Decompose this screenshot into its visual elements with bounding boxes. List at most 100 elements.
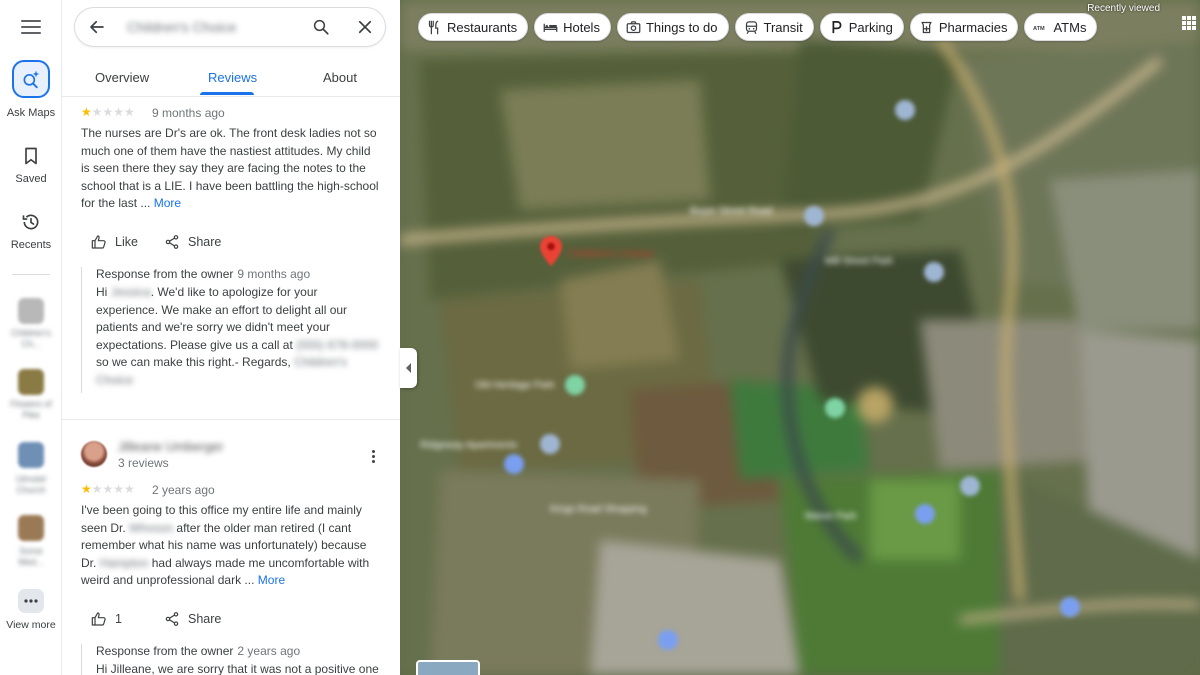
poi-marker[interactable]: [960, 476, 980, 496]
train-icon: [745, 20, 757, 34]
chip-parking[interactable]: Parking: [819, 13, 904, 41]
ask-maps-button[interactable]: [12, 60, 50, 98]
poi-marker[interactable]: [565, 375, 585, 395]
owner-response-label: Response from the owner: [96, 644, 234, 658]
chip-transit[interactable]: Transit: [734, 13, 814, 41]
recent-place-thumbnail[interactable]: [18, 369, 44, 395]
view-more-button[interactable]: [18, 589, 44, 613]
chip-hotels[interactable]: Hotels: [534, 13, 611, 41]
ask-maps-label: Ask Maps: [6, 107, 56, 119]
atm-icon: ATM: [1033, 26, 1045, 32]
more-link[interactable]: More: [258, 573, 285, 587]
share-label: Share: [188, 235, 222, 249]
pin-label[interactable]: Children's Choice: [568, 248, 654, 260]
search-input[interactable]: Children's Choice: [127, 19, 236, 35]
active-tab-indicator: [200, 92, 254, 95]
response-body-end: so we can make this right.- Regards,: [96, 355, 291, 369]
redacted-name: Jessica: [110, 285, 151, 299]
search-icon[interactable]: [312, 18, 330, 36]
pharmacy-icon: [921, 21, 932, 33]
review-text: I've been going to this office my entire…: [81, 502, 381, 590]
poi-marker[interactable]: [658, 630, 678, 650]
poi-marker[interactable]: [924, 262, 944, 282]
recent-place-thumbnail[interactable]: [18, 298, 44, 324]
owner-response-date: 9 months ago: [237, 267, 311, 281]
recent-place-label: Some Med...: [18, 546, 44, 567]
share-button[interactable]: Share: [164, 611, 221, 627]
chip-things-to-do[interactable]: Things to do: [616, 13, 729, 41]
more-link[interactable]: More: [154, 196, 181, 210]
fork-knife-icon: [428, 20, 439, 34]
svg-text:ATM: ATM: [1033, 26, 1045, 32]
back-arrow-icon[interactable]: [88, 18, 106, 36]
thumbs-up-icon: [91, 612, 106, 626]
map-label: Old Heritage Park: [475, 380, 555, 391]
layers-toggle[interactable]: [416, 660, 480, 675]
search-box[interactable]: Children's Choice: [74, 7, 386, 47]
like-button[interactable]: Like: [91, 234, 138, 250]
chip-restaurants[interactable]: Restaurants: [418, 13, 529, 41]
chip-label: Restaurants: [447, 19, 518, 35]
chip-pharmacies[interactable]: Pharmacies: [909, 13, 1019, 41]
chip-label: ATMs: [1053, 19, 1087, 35]
poi-marker[interactable]: [895, 100, 915, 120]
star-rating: ★★★★★: [81, 482, 135, 496]
chip-label: Transit: [763, 19, 803, 35]
chip-atms[interactable]: ATM ATMs: [1024, 13, 1098, 41]
sparkle-search-icon: [23, 70, 40, 89]
poi-marker[interactable]: [915, 504, 935, 524]
reviewer-review-count: 3 reviews: [118, 456, 169, 470]
more-options-icon[interactable]: [372, 448, 376, 465]
poi-marker[interactable]: [804, 206, 824, 226]
left-rail: Ask Maps Saved Recents Children's Ch... …: [0, 0, 62, 675]
chip-label: Hotels: [563, 19, 600, 35]
owner-response-date: 2 years ago: [237, 644, 301, 658]
like-label: Like: [115, 235, 138, 249]
category-chips: Restaurants Hotels Things to do Transit …: [418, 13, 1098, 41]
recently-viewed-label[interactable]: Recently viewed: [1087, 3, 1160, 14]
map-label: Boyer Street Road: [690, 206, 773, 217]
recent-place-thumbnail[interactable]: [18, 515, 44, 541]
like-button[interactable]: 1: [91, 611, 122, 627]
recents-label: Recents: [10, 239, 52, 251]
poi-marker[interactable]: [825, 398, 845, 418]
history-icon[interactable]: [21, 212, 41, 232]
thumbs-up-icon: [91, 235, 106, 249]
poi-marker[interactable]: [1060, 597, 1080, 617]
poi-marker[interactable]: [504, 454, 524, 474]
avatar[interactable]: [81, 441, 107, 467]
map-canvas[interactable]: Restaurants Hotels Things to do Transit …: [400, 0, 1200, 675]
reviewer-name[interactable]: Jilleane Umberger: [118, 439, 224, 454]
review-date: 2 years ago: [152, 483, 215, 497]
satellite-imagery: [400, 0, 1200, 675]
tab-reviews[interactable]: Reviews: [208, 70, 257, 85]
map-label: Mill Street Park: [825, 256, 893, 267]
bed-icon: [543, 23, 558, 32]
saved-label: Saved: [15, 173, 47, 185]
redacted-name: Whoson: [129, 520, 174, 535]
poi-marker[interactable]: [540, 434, 560, 454]
share-button[interactable]: Share: [164, 234, 221, 250]
review-text: The nurses are Dr's are ok. The front de…: [81, 125, 381, 213]
owner-response: Response from the owner 9 months ago Hi J…: [81, 267, 381, 393]
tab-about[interactable]: About: [323, 70, 357, 85]
reviews-list: ★★★★★ 9 months ago The nurses are Dr's a…: [62, 97, 400, 675]
recent-place-thumbnail[interactable]: [18, 442, 44, 468]
apps-grid-icon[interactable]: [1182, 16, 1196, 30]
rail-divider: [12, 274, 50, 275]
place-panel: Children's Choice Overview Reviews About…: [62, 0, 400, 675]
tab-overview[interactable]: Overview: [95, 70, 149, 85]
collapse-panel-button[interactable]: [400, 348, 417, 388]
like-count: 1: [115, 612, 122, 626]
bookmark-icon[interactable]: [21, 146, 41, 166]
chevron-left-icon: [405, 363, 411, 373]
menu-icon[interactable]: [19, 16, 43, 38]
close-icon[interactable]: [356, 18, 374, 36]
share-icon: [165, 235, 179, 249]
review-date: 9 months ago: [152, 106, 225, 120]
more-horizontal-icon: [24, 599, 38, 603]
recent-place-label: Flowers of Pike: [10, 399, 52, 420]
review-body: The nurses are Dr's are ok. The front de…: [81, 126, 379, 210]
chip-label: Pharmacies: [938, 19, 1008, 35]
map-pin-icon[interactable]: [540, 236, 562, 266]
